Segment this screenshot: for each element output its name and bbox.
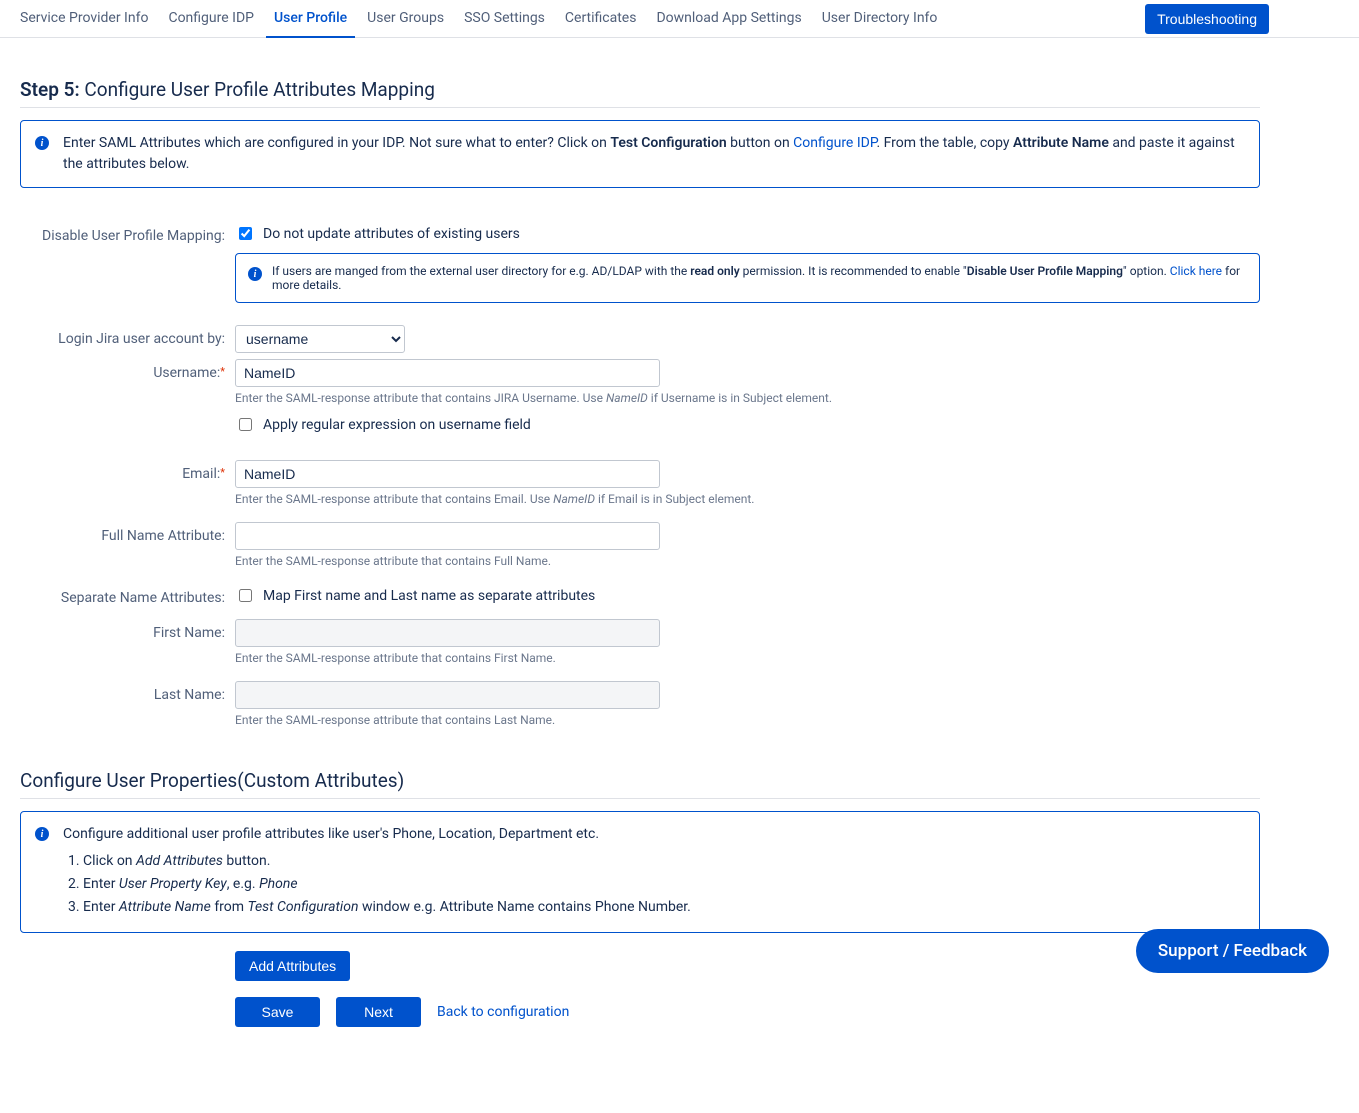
lastname-input[interactable] — [235, 681, 660, 709]
click-here-link[interactable]: Click here — [1170, 264, 1222, 278]
info-text: If users are manged from the external us… — [272, 264, 690, 278]
next-button[interactable]: Next — [336, 997, 421, 1027]
username-label: Username: — [20, 359, 235, 381]
separate-checkbox-label: Map First name and Last name as separate… — [263, 588, 595, 604]
regex-checkbox[interactable] — [239, 418, 252, 431]
list-item: Click on Add Attributes button. — [83, 851, 691, 872]
login-by-select[interactable]: username — [235, 325, 405, 353]
disable-mapping-checkbox-row[interactable]: Do not update attributes of existing use… — [235, 224, 1260, 243]
disable-mapping-checkbox[interactable] — [239, 227, 252, 240]
info-icon: i — [35, 136, 49, 150]
tab-user-profile[interactable]: User Profile — [264, 1, 357, 37]
list-item: Enter Attribute Name from Test Configura… — [83, 897, 691, 918]
info-icon: i — [248, 267, 262, 281]
custom-steps-list: Click on Add Attributes button. Enter Us… — [83, 851, 691, 918]
custom-info-box: i Configure additional user profile attr… — [20, 811, 1260, 933]
disable-mapping-label: Disable User Profile Mapping: — [20, 222, 235, 244]
configure-idp-link[interactable]: Configure IDP — [793, 135, 876, 151]
username-help: Enter the SAML-response attribute that c… — [235, 391, 1260, 405]
info-bold: Test Configuration — [610, 135, 726, 151]
tab-download-app-settings[interactable]: Download App Settings — [646, 1, 811, 37]
fullname-label: Full Name Attribute: — [20, 522, 235, 544]
list-item: Enter User Property Key, e.g. Phone — [83, 874, 691, 895]
email-help: Enter the SAML-response attribute that c… — [235, 492, 1260, 506]
info-icon: i — [35, 827, 49, 841]
troubleshooting-button[interactable]: Troubleshooting — [1145, 4, 1269, 34]
info-text: Enter SAML Attributes which are configur… — [63, 135, 610, 151]
separate-checkbox-row[interactable]: Map First name and Last name as separate… — [235, 586, 1260, 605]
info-text: " option. — [1123, 264, 1170, 278]
username-input[interactable] — [235, 359, 660, 387]
tab-configure-idp[interactable]: Configure IDP — [158, 1, 264, 37]
step-prefix: Step 5: — [20, 78, 80, 101]
tab-certificates[interactable]: Certificates — [555, 1, 647, 37]
tab-bar: Service Provider Info Configure IDP User… — [0, 0, 1359, 38]
info-text: button on — [727, 135, 793, 151]
firstname-help: Enter the SAML-response attribute that c… — [235, 651, 1260, 665]
custom-intro: Configure additional user profile attrib… — [63, 826, 599, 842]
fullname-input[interactable] — [235, 522, 660, 550]
add-attributes-button[interactable]: Add Attributes — [235, 951, 350, 981]
regex-checkbox-label: Apply regular expression on username fie… — [263, 417, 531, 433]
step-title: Configure User Profile Attributes Mappin… — [80, 78, 435, 101]
lastname-label: Last Name: — [20, 681, 235, 703]
login-by-label: Login Jira user account by: — [20, 325, 235, 347]
separate-checkbox[interactable] — [239, 589, 252, 602]
separate-label: Separate Name Attributes: — [20, 584, 235, 606]
fullname-help: Enter the SAML-response attribute that c… — [235, 554, 1260, 568]
info-bold: Disable User Profile Mapping — [967, 264, 1123, 278]
step-heading: Step 5: Configure User Profile Attribute… — [20, 78, 1260, 101]
info-box-top: i Enter SAML Attributes which are config… — [20, 120, 1260, 188]
tab-sso-settings[interactable]: SSO Settings — [454, 1, 555, 37]
tab-user-groups[interactable]: User Groups — [357, 1, 454, 37]
firstname-label: First Name: — [20, 619, 235, 641]
info-bold: read only — [690, 264, 739, 278]
custom-heading: Configure User Properties(Custom Attribu… — [20, 769, 1260, 792]
firstname-input[interactable] — [235, 619, 660, 647]
info-bold: Attribute Name — [1013, 135, 1109, 151]
email-input[interactable] — [235, 460, 660, 488]
tab-service-provider-info[interactable]: Service Provider Info — [10, 1, 158, 37]
tab-user-directory-info[interactable]: User Directory Info — [812, 1, 948, 37]
disable-mapping-info: i If users are manged from the external … — [235, 253, 1260, 303]
save-button[interactable]: Save — [235, 997, 320, 1027]
lastname-help: Enter the SAML-response attribute that c… — [235, 713, 1260, 727]
info-text: . From the table, copy — [876, 135, 1013, 151]
back-to-configuration-link[interactable]: Back to configuration — [437, 1004, 569, 1020]
regex-checkbox-row[interactable]: Apply regular expression on username fie… — [235, 415, 1260, 434]
info-text: permission. It is recommended to enable … — [740, 264, 967, 278]
disable-mapping-checkbox-label: Do not update attributes of existing use… — [263, 226, 520, 242]
email-label: Email: — [20, 460, 235, 482]
support-feedback-button[interactable]: Support / Feedback — [1136, 929, 1329, 973]
